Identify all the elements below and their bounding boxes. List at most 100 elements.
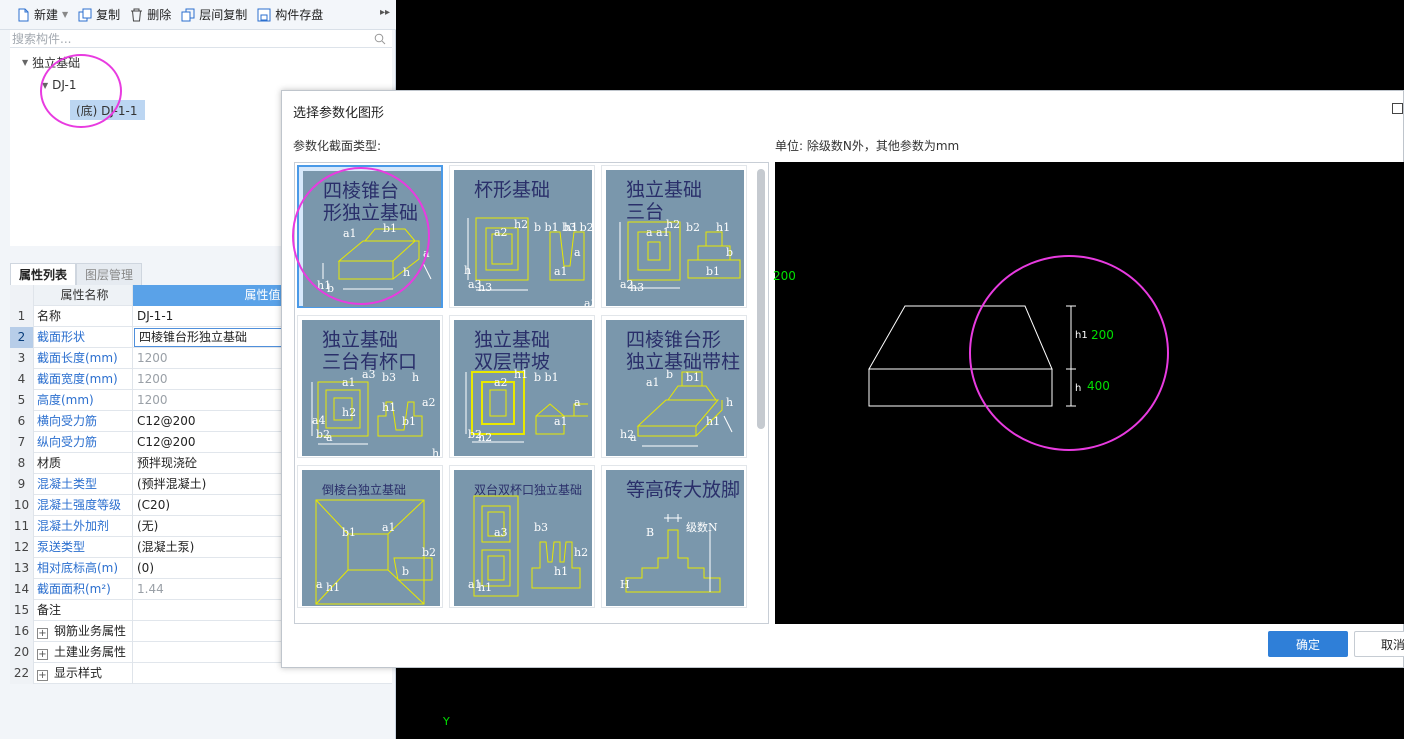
property-name: 高度(mm) (34, 390, 133, 411)
shape-param-label: a4 (312, 414, 326, 427)
shape-title: 杯形基础 (474, 179, 550, 201)
copy-button[interactable]: 复制 (73, 3, 125, 27)
preview-h1-value[interactable]: 200 (1091, 328, 1114, 342)
caret-down-icon[interactable]: ▼ (42, 81, 48, 90)
shape-param-label: h (412, 371, 419, 384)
row-number: 13 (10, 558, 34, 579)
shape-thumbnail[interactable]: 等高砖大放脚 B 级数N H (601, 465, 747, 608)
shape-param-label: a2 (494, 226, 508, 239)
shape-diagram: 等高砖大放脚 B 级数N H (606, 470, 744, 606)
shape-param-label: b2 (422, 546, 436, 559)
row-number: 5 (10, 390, 34, 411)
shape-title: 双台双杯口独立基础 (474, 482, 582, 497)
property-name: 备注 (34, 600, 133, 621)
expand-icon[interactable]: + (37, 628, 48, 639)
shape-title: 等高砖大放脚 (626, 479, 740, 501)
maximize-icon[interactable] (1392, 103, 1403, 114)
shape-param-label: b (402, 565, 409, 578)
shape-param-label: a2 (494, 376, 508, 389)
shape-thumbnail[interactable]: 独立基础 三台 a a1 b2 a2 b1 b h3 h2 h1 (601, 165, 747, 308)
property-name-text: 土建业务属性 (54, 645, 127, 659)
new-label: 新建 (34, 8, 59, 22)
cancel-button[interactable]: 取消 (1354, 631, 1404, 657)
shape-diagram: 倒棱台独立基础 b1 a1 a b b2 h1 (302, 470, 440, 606)
row-number: 2 (10, 327, 34, 348)
tree-node-root[interactable]: ▼ 独立基础 (22, 54, 80, 71)
shape-param-label: b3 (382, 371, 396, 384)
shape-thumbnail[interactable]: 独立基础 双层带坡 a2 b b1 b2 a1 a h2 h1 (449, 315, 595, 458)
property-name: 截面形状 (34, 327, 133, 348)
shape-param-label: b b1 b3 b2 (534, 221, 592, 234)
shape-param-label: b (327, 282, 334, 295)
row-number: 12 (10, 537, 34, 558)
tree-node-child[interactable]: ▼ DJ-1 (42, 78, 76, 92)
preview-drawing: h1 200 h 400 (868, 305, 1114, 407)
shape-title: 独立基础 (322, 329, 398, 351)
shape-param-label: h1 (326, 581, 340, 594)
property-name-text: 钢筋业务属性 (54, 624, 127, 638)
shape-diagram: 四棱锥台形 独立基础带柱 a1 b1h2h1hab (606, 320, 744, 456)
section-type-label: 参数化截面类型: (293, 139, 382, 153)
shape-thumbnail[interactable]: 倒棱台独立基础 b1 a1 a b b2 h1 (297, 465, 443, 608)
shape-gallery: 四棱锥台 形独立基础 a1 b1 h1 h a b 杯形基础 a2 b b1 b3 b2 a3… (294, 162, 769, 624)
select-shape-dialog: 选择参数化图形 参数化截面类型: 单位: 除级数N外，其他参数为mm 四棱锥台 … (281, 90, 1404, 668)
shape-param-label: b1 (383, 222, 397, 235)
floor-copy-icon (181, 8, 195, 21)
shape-param-label: H (620, 578, 630, 591)
shape-thumbnail[interactable]: 四棱锥台 形独立基础 a1 b1 h1 h a b (297, 165, 443, 308)
floor-copy-button[interactable]: 层间复制 (176, 3, 252, 27)
shape-thumbnail[interactable]: 四棱锥台形 独立基础带柱 a1 b1 h2 h1 h a b (601, 315, 747, 458)
shape-thumbnail[interactable]: 独立基础 三台有杯口 a1b3b2b1a2aa3ha4h3h2h1b (297, 315, 443, 458)
shape-thumbnail[interactable]: 双台双杯口独立基础 a3 b3 a1 h1 h2 h1 (449, 465, 595, 608)
toolbar: 新建 ▼ 复制 删除 层间复制 构件存盘 ▸▸ (0, 0, 396, 30)
shape-diagram: 四棱锥台 形独立基础 a1 b1h1hab (303, 171, 441, 307)
row-number: 14 (10, 579, 34, 600)
row-number: 3 (10, 348, 34, 369)
unit-label: 单位: 除级数N外，其他参数为mm (775, 139, 960, 153)
shape-param-label: h (464, 264, 471, 277)
gallery-scrollbar[interactable] (757, 169, 765, 429)
shape-thumbnail[interactable]: 杯形基础 a2b b1 b3 b2a3a1ah3h2h1ha3 (449, 165, 595, 308)
tab-properties[interactable]: 属性列表 (10, 263, 77, 285)
shape-title: 四棱锥台 (323, 180, 399, 202)
expand-icon[interactable]: + (37, 670, 48, 681)
row-number: 15 (10, 600, 34, 621)
new-button[interactable]: 新建 ▼ (12, 3, 73, 27)
shape-param-label: a (574, 246, 581, 259)
delete-button[interactable]: 删除 (125, 3, 176, 27)
chevron-down-icon[interactable]: ▼ (62, 10, 68, 19)
shape-param-label: h1 (564, 221, 578, 234)
more-icon[interactable]: ▸▸ (380, 7, 390, 18)
tab-layers[interactable]: 图层管理 (76, 263, 143, 285)
drawing-canvas[interactable] (398, 666, 1404, 739)
shape-subtitle: 形独立基础 (323, 202, 418, 224)
header-no (10, 285, 34, 306)
tree-node-leaf[interactable]: (底) DJ-1-1 (70, 100, 146, 120)
row-number: 7 (10, 432, 34, 453)
save-component-button[interactable]: 构件存盘 (252, 3, 328, 27)
preview-h-value[interactable]: 400 (1087, 379, 1110, 393)
property-tabs: 属性列表 图层管理 (10, 263, 280, 285)
ok-button[interactable]: 确定 (1268, 631, 1348, 657)
tree-node-leaf-label: (底) DJ-1-1 (76, 103, 138, 118)
shape-title: 倒棱台独立基础 (322, 482, 406, 497)
shape-param-label: a (630, 431, 637, 444)
shape-param-label: a (574, 396, 581, 409)
shape-diagram: 双台双杯口独立基础 a3 b3a1h1h2h1 (454, 470, 592, 606)
caret-down-icon[interactable]: ▼ (22, 58, 28, 67)
shape-param-label: b1 (402, 415, 416, 428)
shape-subtitle: 三台 (626, 201, 664, 223)
shape-param-label: h3 (432, 447, 440, 456)
search-icon[interactable] (374, 33, 386, 45)
row-number: 10 (10, 495, 34, 516)
shape-param-label: a2 (422, 396, 436, 409)
shape-param-label: a1 (343, 227, 357, 240)
search-input[interactable]: 搜索构件... (10, 30, 392, 48)
expand-icon[interactable]: + (37, 649, 48, 660)
shape-param-label: h2 (478, 431, 492, 444)
copy-icon (78, 8, 92, 21)
row-number: 1 (10, 306, 34, 327)
shape-param-label: a3 (494, 526, 508, 539)
shape-param-label: h1 (554, 565, 568, 578)
shape-param-label: a1 (554, 265, 568, 278)
